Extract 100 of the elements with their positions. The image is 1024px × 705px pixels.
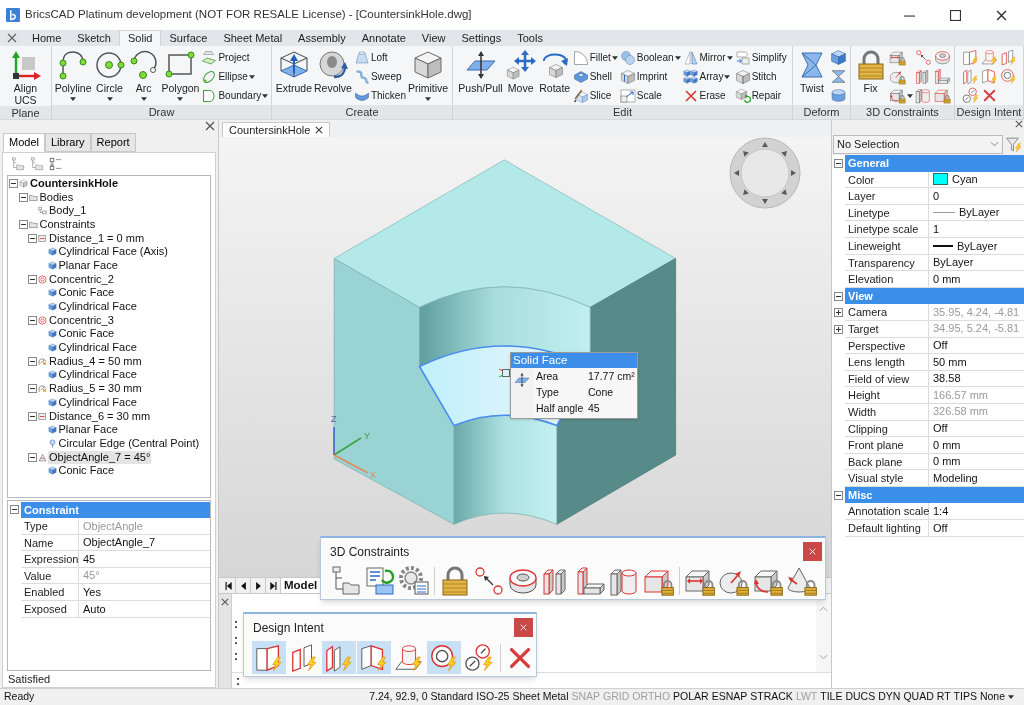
ribbon-tool-button[interactable]: Erase — [682, 86, 733, 105]
ribbon-tab[interactable]: Home — [24, 30, 70, 46]
ribbon-tool-button[interactable]: Simplify — [734, 48, 787, 67]
ribbon-tab[interactable]: Sheet Metal — [215, 30, 291, 46]
status-toggle[interactable]: RT — [936, 689, 951, 705]
sort-icon[interactable] — [49, 156, 63, 171]
property-value[interactable]: ByLayer — [933, 254, 974, 271]
close-icon[interactable] — [1015, 120, 1023, 128]
toggle-button[interactable] — [252, 641, 286, 674]
collapse-icon[interactable] — [28, 452, 37, 462]
ribbon-tab[interactable]: Settings — [453, 30, 510, 46]
property-value[interactable]: Off — [933, 337, 948, 354]
close-icon[interactable] — [205, 121, 215, 132]
ribbon-icon-button[interactable] — [961, 67, 979, 86]
status-toggle[interactable]: DYN — [878, 689, 901, 705]
tree-item[interactable]: Radius_4 = 50 mm — [48, 354, 143, 368]
collapse-icon[interactable] — [834, 291, 843, 301]
ribbon-tool-button[interactable]: Primitive — [407, 47, 449, 101]
ribbon-icon-button[interactable] — [933, 48, 951, 67]
ribbon-icon-button[interactable] — [888, 86, 913, 105]
ribbon-tab[interactable]: Assembly — [290, 30, 354, 46]
panel-tab[interactable]: Model — [3, 132, 45, 152]
tree-item[interactable]: Planar Face — [57, 258, 119, 272]
close-button[interactable] — [803, 542, 822, 561]
status-toggle[interactable]: DUCS — [845, 689, 876, 705]
status-toggle[interactable]: TILE — [820, 689, 843, 705]
tree-item[interactable]: Cylindrical Face (Axis) — [57, 245, 169, 259]
tree-item[interactable]: CountersinkHole — [29, 176, 119, 190]
status-toggle[interactable]: STRACK — [750, 689, 793, 705]
toggle-button[interactable] — [427, 641, 461, 674]
status-field[interactable]: Sheet Metal — [512, 689, 569, 705]
snap-mode-dropdown[interactable]: None — [979, 689, 1014, 705]
ribbon-tool-button[interactable]: Slice — [572, 86, 618, 105]
ribbon-tool-button[interactable]: Arc — [127, 47, 160, 101]
ribbon-tab[interactable]: Sketch — [69, 30, 119, 46]
ribbon-tool-button[interactable]: Ellipse — [201, 67, 269, 86]
collapse-icon[interactable] — [18, 219, 28, 229]
status-toggle[interactable]: TIPS — [953, 689, 977, 705]
ribbon-icon-button[interactable] — [933, 67, 951, 86]
property-value[interactable]: ObjectAngle_7 — [83, 534, 156, 551]
tree-item[interactable]: Planar Face — [57, 423, 119, 437]
toggle-button[interactable] — [357, 641, 391, 674]
tree-item[interactable]: Concentric_3 — [48, 313, 115, 327]
tree-item[interactable]: ObjectAngle_7 = 45° — [48, 450, 152, 464]
collapse-icon[interactable] — [28, 356, 37, 366]
property-value[interactable]: ByLayer — [957, 237, 998, 254]
ribbon-tool-button[interactable]: Rotate — [538, 47, 571, 94]
tree-item[interactable]: Concentric_2 — [48, 272, 115, 286]
ribbon-icon-button[interactable] — [830, 67, 847, 86]
ribbon-tool-button[interactable]: Sweep — [353, 67, 406, 86]
folder-tree-icon[interactable] — [330, 565, 362, 597]
ribbon-icon-button[interactable] — [980, 67, 998, 86]
collapse-icon[interactable] — [10, 505, 19, 515]
toggle-button[interactable] — [322, 641, 356, 674]
ribbon-icon-button[interactable] — [914, 86, 932, 105]
close-button[interactable] — [514, 618, 533, 637]
tree-item[interactable]: Conic Face — [57, 286, 116, 300]
document-tab[interactable]: CountersinkHole — [222, 122, 331, 137]
panel-tab[interactable]: Report — [90, 132, 136, 152]
tree-item[interactable]: Cylindrical Face — [57, 300, 138, 314]
ribbon-tool-button[interactable]: Boundary — [201, 86, 269, 105]
ribbon-tool-button[interactable]: Polyline — [54, 47, 92, 101]
property-value[interactable]: 0 — [933, 187, 940, 205]
tree-item[interactable]: Conic Face — [57, 327, 116, 341]
property-value[interactable]: 1 — [933, 220, 940, 238]
ribbon-icon-button[interactable] — [830, 48, 847, 67]
property-value[interactable]: Auto — [83, 600, 106, 618]
ribbon-tab[interactable]: Surface — [161, 30, 216, 46]
collapse-icon[interactable] — [28, 274, 37, 284]
ribbon-tool-button[interactable]: Shell — [572, 67, 618, 86]
property-value[interactable]: 0 mm — [933, 453, 961, 470]
ribbon-tool-button[interactable]: Loft — [353, 48, 406, 67]
tree-item[interactable]: Constraints — [38, 217, 97, 231]
property-value[interactable]: ByLayer — [959, 204, 1000, 221]
tree-item[interactable]: Circular Edge (Central Point) — [57, 436, 201, 450]
close-icon[interactable] — [315, 126, 324, 134]
status-field[interactable]: ISO-25 — [476, 689, 510, 705]
ribbon-tab[interactable]: Tools — [509, 30, 551, 46]
ribbon-tool-button[interactable]: Thicken — [353, 86, 406, 105]
property-value[interactable]: Cyan — [952, 171, 978, 188]
two-points-icon[interactable] — [473, 565, 505, 597]
status-toggle[interactable]: ESNAP — [711, 689, 748, 705]
property-value[interactable]: Off — [933, 420, 948, 437]
ribbon-tool-button[interactable]: Mirror — [682, 48, 733, 67]
ribbon-tool-button[interactable]: Twist — [796, 47, 828, 94]
selection-dropdown[interactable]: No Selection — [833, 134, 1003, 154]
gear-list-icon[interactable] — [398, 565, 430, 597]
ribbon-tool-button[interactable]: Push/Pull — [458, 47, 503, 94]
ribbon-tool-button[interactable]: Extrude — [275, 47, 312, 94]
ribbon-icon-button[interactable] — [999, 67, 1017, 86]
collapse-icon[interactable] — [834, 158, 843, 168]
tree-item[interactable]: Cylindrical Face — [57, 368, 138, 382]
collapse-icon[interactable] — [28, 384, 37, 394]
property-value[interactable]: Yes — [83, 584, 101, 601]
tree-item[interactable]: Radius_5 = 30 mm — [48, 382, 143, 396]
property-value[interactable]: Modeling — [933, 469, 978, 487]
tree-item[interactable]: Cylindrical Face — [57, 395, 138, 409]
ribbon-tool-button[interactable]: Move — [504, 47, 537, 94]
ribbon-tool-button[interactable]: Polygon — [161, 47, 200, 101]
ribbon-icon-button[interactable] — [933, 86, 951, 105]
